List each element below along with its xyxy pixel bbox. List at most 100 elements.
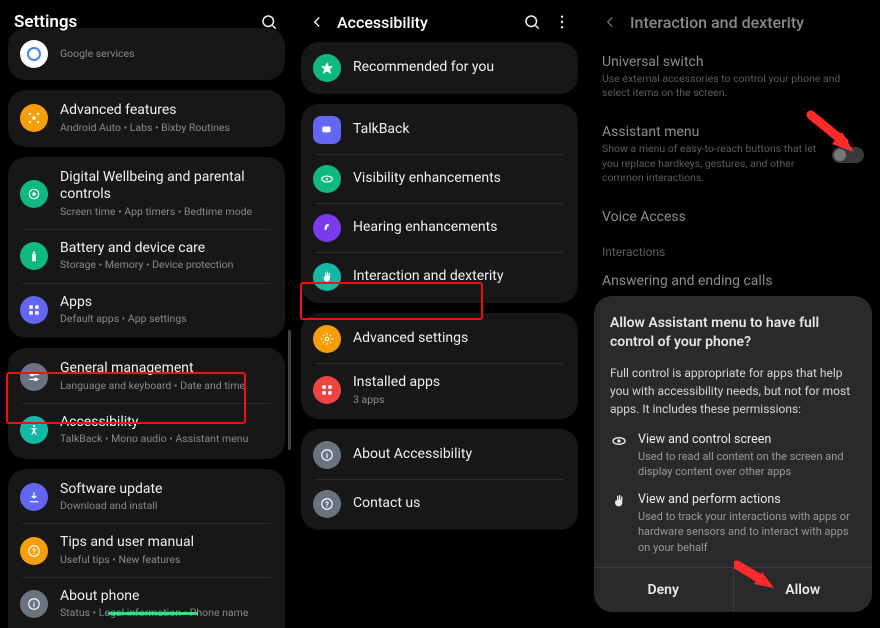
list-item-google[interactable]: Google services — [8, 30, 285, 78]
permission-desc: Used to read all content on the screen a… — [638, 449, 856, 480]
list-item-hearing[interactable]: Hearing enhancements — [301, 204, 578, 252]
list-item-label: TalkBack — [353, 121, 566, 139]
settings-list: Google services Advanced features Androi… — [0, 28, 293, 628]
list-item-label: General management — [60, 360, 273, 378]
list-item-label: Accessibility — [60, 414, 273, 432]
dialog-buttons: Deny Allow — [594, 567, 872, 612]
list-item-label: About Accessibility — [353, 446, 566, 464]
list-item-about-accessibility[interactable]: i About Accessibility — [301, 431, 578, 479]
list-item-sub: Storage • Memory • Device protection — [60, 258, 273, 272]
list-item-label: Tips and user manual — [60, 534, 273, 552]
list-item-tips[interactable]: ? Tips and user manual Useful tips • New… — [8, 524, 285, 577]
list-item-apps[interactable]: Apps Default apps • App settings — [8, 284, 285, 337]
settings-pane: Settings Google services Advanced featur… — [0, 0, 293, 628]
list-item-sub: Android Auto • Labs • Bixby Routines — [60, 121, 273, 135]
list-item-label: Advanced settings — [353, 330, 566, 348]
gear-icon — [313, 325, 341, 353]
list-item-label: Software update — [60, 481, 273, 499]
google-icon — [20, 40, 48, 68]
page-title: Interaction and dexterity — [630, 13, 866, 32]
row-title: Voice Access — [602, 209, 864, 225]
more-icon[interactable] — [552, 12, 572, 32]
back-icon[interactable] — [307, 12, 327, 32]
search-icon[interactable] — [259, 12, 279, 32]
allow-button[interactable]: Allow — [733, 568, 873, 612]
list-item-voice-access[interactable]: Voice Access — [586, 197, 880, 237]
list-item-sub: Screen time • App timers • Bedtime mode — [60, 205, 273, 219]
list-item-contact-us[interactable]: ? Contact us — [301, 480, 578, 528]
list-item-battery[interactable]: Battery and device care Storage • Memory… — [8, 230, 285, 283]
svg-text:?: ? — [32, 546, 36, 555]
ear-icon — [313, 214, 341, 242]
list-item-universal-switch[interactable]: Universal switch Use external accessorie… — [586, 42, 880, 112]
list-item-sub: Google services — [60, 47, 273, 61]
permission-title: View and control screen — [638, 432, 856, 447]
list-item-software-update[interactable]: Software update Download and install — [8, 471, 285, 524]
row-title: Answering and ending calls — [602, 273, 864, 289]
permission-dialog: Allow Assistant menu to have full contro… — [594, 296, 872, 612]
general-management-icon — [20, 363, 48, 391]
list-item-sub: Language and keyboard • Date and time — [60, 379, 273, 393]
list-item-accessibility[interactable]: Accessibility TalkBack • Mono audio • As… — [8, 404, 285, 457]
star-icon — [313, 54, 341, 82]
battery-icon — [20, 242, 48, 270]
svg-text:i: i — [33, 600, 35, 609]
row-desc: Show a menu of easy-to-reach buttons tha… — [602, 142, 822, 185]
permission-perform-actions: View and perform actions Used to track y… — [610, 492, 856, 555]
back-icon[interactable] — [600, 12, 620, 32]
list-item-interaction-dexterity[interactable]: Interaction and dexterity — [301, 253, 578, 301]
list-item-label: Digital Wellbeing and parental controls — [60, 169, 273, 204]
apps-icon — [20, 296, 48, 324]
permission-desc: Used to track your interactions with app… — [638, 509, 856, 555]
list-item-visibility[interactable]: Visibility enhancements — [301, 155, 578, 203]
info-icon: i — [313, 441, 341, 469]
list-item-label: Battery and device care — [60, 240, 273, 258]
list-item-advanced-features[interactable]: Advanced features Android Auto • Labs • … — [8, 92, 285, 145]
list-item-label: Contact us — [353, 495, 566, 513]
svg-text:i: i — [326, 451, 328, 460]
interaction-list: Universal switch Use external accessorie… — [586, 42, 880, 301]
list-item-label: About phone — [60, 588, 273, 606]
eye-icon — [313, 165, 341, 193]
list-item-digital-wellbeing[interactable]: Digital Wellbeing and parental controls … — [8, 159, 285, 229]
about-phone-icon: i — [20, 590, 48, 618]
list-item-assistant-menu[interactable]: Assistant menu Show a menu of easy-to-re… — [586, 112, 880, 197]
search-icon[interactable] — [522, 12, 542, 32]
list-item-recommended[interactable]: Recommended for you — [301, 44, 578, 92]
list-item-installed-apps[interactable]: Installed apps 3 apps — [301, 364, 578, 417]
eye-icon — [610, 432, 628, 480]
list-item-general-management[interactable]: General management Language and keyboard… — [8, 350, 285, 403]
tips-icon: ? — [20, 537, 48, 565]
list-item-about-phone[interactable]: i About phone Status • Legal information… — [8, 578, 285, 628]
permission-title: View and perform actions — [638, 492, 856, 507]
wellbeing-icon — [20, 180, 48, 208]
list-item-advanced-settings[interactable]: Advanced settings — [301, 315, 578, 363]
list-item-talkback[interactable]: TalkBack — [301, 106, 578, 154]
list-item-label: Apps — [60, 294, 273, 312]
list-item-label: Installed apps — [353, 374, 566, 392]
list-item-sub: 3 apps — [353, 393, 566, 407]
question-icon: ? — [313, 490, 341, 518]
advanced-features-icon — [20, 104, 48, 132]
hand-icon — [610, 492, 628, 555]
list-item-label: Advanced features — [60, 102, 273, 120]
assistant-menu-toggle[interactable] — [832, 147, 864, 163]
accessibility-icon — [20, 416, 48, 444]
list-item-answering-calls[interactable]: Answering and ending calls — [586, 261, 880, 301]
list-item-sub: TalkBack • Mono audio • Assistant menu — [60, 432, 273, 446]
list-item-label: Interaction and dexterity — [353, 268, 566, 286]
accessibility-list: Recommended for you TalkBack Visibility … — [293, 42, 586, 530]
apps-icon — [313, 376, 341, 404]
hand-icon — [313, 263, 341, 291]
software-update-icon — [20, 483, 48, 511]
interaction-dexterity-pane: Interaction and dexterity Universal swit… — [586, 0, 880, 628]
talkback-icon — [313, 116, 341, 144]
deny-button[interactable]: Deny — [594, 568, 733, 612]
list-item-sub: Default apps • App settings — [60, 312, 273, 326]
list-item-sub: Download and install — [60, 499, 273, 513]
list-item-label: Recommended for you — [353, 59, 566, 77]
list-item-label: Visibility enhancements — [353, 170, 566, 188]
scrollbar[interactable] — [288, 330, 291, 450]
scroll-indicator — [108, 612, 198, 615]
row-title: Assistant menu — [602, 124, 822, 140]
